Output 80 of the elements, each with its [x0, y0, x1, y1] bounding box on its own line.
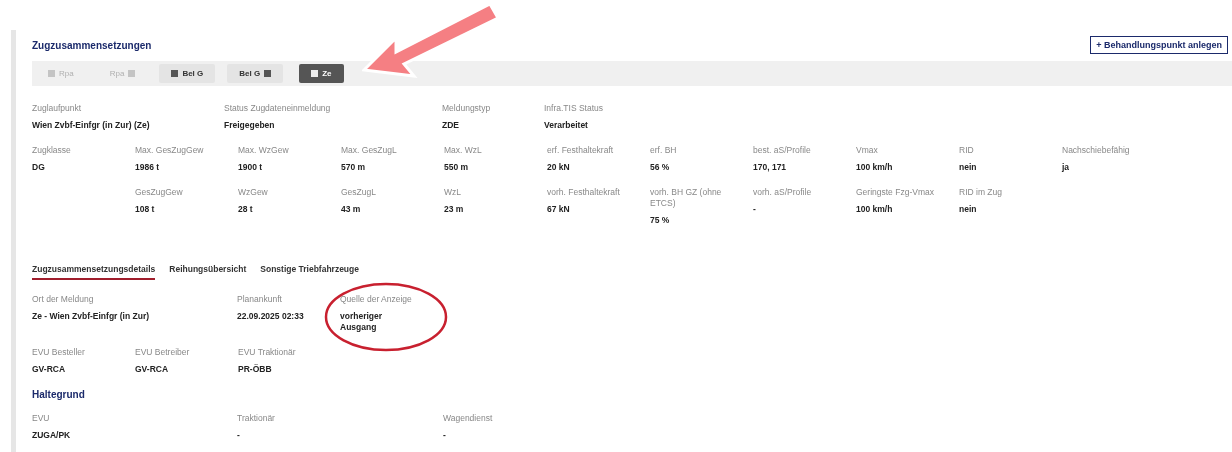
field-label: WzGew	[238, 187, 269, 198]
field-value: PR-ÖBB	[238, 364, 273, 375]
field-value: Freigegeben	[224, 120, 276, 131]
field-label: Status Zugdateneinmeldung	[224, 103, 332, 114]
field-value: -	[753, 204, 757, 215]
field-label: erf. Festhaltekraft	[547, 145, 615, 156]
field-value: 28 t	[238, 204, 254, 215]
field-value: -	[237, 430, 241, 441]
field-label: Traktionär	[237, 413, 276, 424]
tab[interactable]: Sonstige Triebfahrzeuge	[260, 264, 359, 280]
field-label: Zuglaufpunkt	[32, 103, 83, 114]
point-tab[interactable]: Ze	[299, 64, 344, 83]
field-label: Max. GesZugL	[341, 145, 398, 156]
field-value: 170, 171	[753, 162, 788, 173]
field-value: 550 m	[444, 162, 470, 173]
point-tab[interactable]: Bel G	[227, 64, 284, 83]
field-label: Zugklasse	[32, 145, 72, 156]
field-label: GesZugL	[341, 187, 377, 198]
field-label: EVU Besteller	[32, 347, 86, 358]
field-value: 43 m	[341, 204, 362, 215]
field-label: Max. WzGew	[238, 145, 290, 156]
add-button[interactable]: + Behandlungspunkt anlegen	[1090, 36, 1228, 54]
field-value: 67 kN	[547, 204, 571, 215]
field-value: Ze - Wien Zvbf-Einfgr (in Zur)	[32, 311, 151, 322]
field-value: GV-RCA	[32, 364, 67, 375]
field-label: Max. GesZugGew	[135, 145, 205, 156]
field-label: RID	[959, 145, 975, 156]
field-value: Verarbeitet	[544, 120, 589, 131]
field-label: EVU Traktionär	[238, 347, 297, 358]
field-value: 22.09.2025 02:33	[237, 311, 305, 322]
field-value: nein	[959, 162, 978, 173]
field-value: nein	[959, 204, 978, 215]
field-value: 75 %	[650, 215, 671, 226]
field-label: Planankunft	[237, 294, 283, 305]
field-label: vorh. aS/Profile	[753, 187, 813, 198]
point-tab[interactable]: Bel G	[159, 64, 216, 83]
field-value: -	[443, 430, 447, 441]
field-value: 56 %	[650, 162, 671, 173]
field-label: Quelle der Anzeige	[340, 294, 413, 305]
field-label: erf. BH	[650, 145, 678, 156]
field-label: Wagendienst	[443, 413, 494, 424]
field-value: DG	[32, 162, 46, 173]
field-label: GesZugGew	[135, 187, 184, 198]
field-label: best. aS/Profile	[753, 145, 812, 156]
field-label: RID im Zug	[959, 187, 1003, 198]
field-value: 1986 t	[135, 162, 161, 173]
field-label: vorh. BH GZ (ohne ETCS)	[650, 187, 723, 209]
section-title: Zugzusammensetzungen	[32, 39, 152, 51]
field-value: 20 kN	[547, 162, 571, 173]
field-label: Nachschiebefähig	[1062, 145, 1131, 156]
field-label: Meldungstyp	[442, 103, 492, 114]
field-label: Vmax	[856, 145, 879, 156]
square-icon	[48, 70, 55, 77]
field-label: EVU Betreiber	[135, 347, 191, 358]
field-value: ja	[1062, 162, 1071, 173]
field-value: GV-RCA	[135, 364, 170, 375]
field-value: 23 m	[444, 204, 465, 215]
field-label: EVU	[32, 413, 51, 424]
field-label: WzL	[444, 187, 462, 198]
tab[interactable]: Reihungsübersicht	[169, 264, 247, 280]
field-value: 100 km/h	[856, 162, 894, 173]
field-value: 1900 t	[238, 162, 264, 173]
tab[interactable]: Zugzusammensetzungsdetails	[32, 264, 156, 280]
square-icon	[311, 70, 319, 77]
square-icon	[264, 70, 272, 77]
field-value: 108 t	[135, 204, 156, 215]
field-value: vorheriger Ausgang	[340, 311, 384, 333]
field-value: 100 km/h	[856, 204, 894, 215]
square-icon	[128, 70, 136, 77]
field-value: Wien Zvbf-Einfgr (in Zur) (Ze)	[32, 120, 151, 131]
square-icon	[171, 70, 179, 77]
field-label: Max. WzL	[444, 145, 483, 156]
section-title: Haltegrund	[32, 389, 86, 400]
field-value: ZUGA/PK	[32, 430, 72, 441]
field-label: Infra.TIS Status	[544, 103, 605, 114]
field-label: Ort der Meldung	[32, 294, 95, 305]
field-label: vorh. Festhaltekraft	[547, 187, 621, 198]
field-value: ZDE	[442, 120, 460, 131]
field-value: 570 m	[341, 162, 367, 173]
field-label: Geringste Fzg-Vmax	[856, 187, 935, 198]
